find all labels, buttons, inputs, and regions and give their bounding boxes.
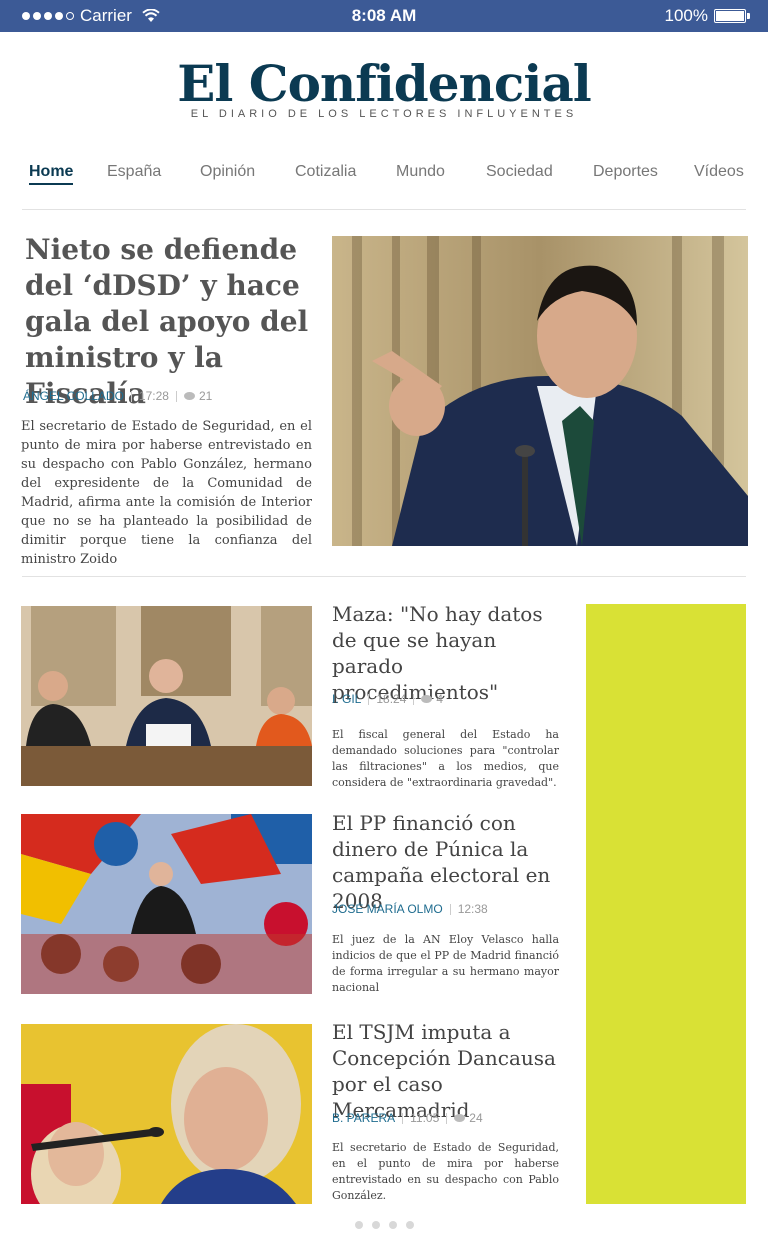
- story-photo-3[interactable]: [21, 1024, 312, 1204]
- story-comments-1[interactable]: 4: [436, 692, 443, 706]
- nav-item-home[interactable]: Home: [29, 163, 74, 185]
- logo-tagline: EL DIARIO DE LOS LECTORES INFLUYENTES: [190, 108, 578, 120]
- comment-icon: [421, 695, 433, 703]
- story-meta-3: B. PARERA 11:05 24: [332, 1111, 483, 1125]
- page-dot[interactable]: [405, 1221, 414, 1229]
- story-author-1[interactable]: I. GIL: [332, 692, 361, 706]
- section-nav: Home España Opinión Cotizalia Mundo Soci…: [26, 163, 746, 193]
- lead-photo[interactable]: [332, 236, 748, 546]
- battery-icon: [714, 9, 750, 23]
- nav-item-videos[interactable]: Vídeos: [694, 163, 744, 181]
- battery-percent: 100%: [664, 6, 708, 25]
- status-time: 8:08 AM: [351, 6, 417, 25]
- lead-time: 17:28: [138, 389, 169, 403]
- status-right: 100%: [664, 6, 750, 26]
- story-meta-1: I. GIL 18:24 4: [332, 692, 443, 706]
- lead-divider: [22, 576, 746, 577]
- site-logo[interactable]: El Confidencial EL DIARIO DE LOS LECTORE…: [0, 54, 768, 121]
- story-photo-2[interactable]: [21, 814, 312, 994]
- nav-item-deportes[interactable]: Deportes: [593, 163, 658, 181]
- nav-item-mundo[interactable]: Mundo: [396, 163, 445, 181]
- nav-item-sociedad[interactable]: Sociedad: [486, 163, 553, 181]
- story-headline-1[interactable]: Maza: "No hay datos de que se hayan para…: [332, 601, 572, 705]
- story-author-2[interactable]: JOSÉ MARÍA OLMO: [332, 902, 443, 916]
- nav-item-opinion[interactable]: Opinión: [200, 163, 255, 181]
- story-meta-2: JOSÉ MARÍA OLMO 12:38: [332, 902, 488, 916]
- story-summary-1: El fiscal general del Estado ha demandad…: [332, 728, 559, 789]
- page-dot[interactable]: [388, 1221, 397, 1229]
- nav-item-espana[interactable]: España: [107, 163, 161, 181]
- story-comments-3[interactable]: 24: [469, 1111, 482, 1125]
- story-time-1: 18:24: [376, 692, 407, 706]
- story-time-2: 12:38: [457, 902, 488, 916]
- lead-meta: ÁNGEL COLLADO 17:28 21: [23, 389, 212, 403]
- story-author-3[interactable]: B. PARERA: [332, 1111, 395, 1125]
- story-photo-1[interactable]: [21, 606, 312, 786]
- story-headline-2[interactable]: El PP financió con dinero de Púnica la c…: [332, 810, 572, 914]
- lead-comments[interactable]: 21: [199, 389, 212, 403]
- nav-divider: [22, 209, 746, 210]
- ad-banner[interactable]: [586, 604, 746, 1204]
- story-headline-3[interactable]: El TSJM imputa a Concepción Dancausa por…: [332, 1019, 572, 1123]
- lead-author[interactable]: ÁNGEL COLLADO: [23, 389, 124, 403]
- page-dot[interactable]: [354, 1221, 363, 1229]
- comment-icon: [454, 1114, 466, 1122]
- story-summary-2: El juez de la AN Eloy Velasco halla indi…: [332, 933, 559, 994]
- page-dot[interactable]: [371, 1221, 380, 1229]
- story-summary-3: El secretario de Estado de Seguridad, en…: [332, 1141, 559, 1202]
- story-time-3: 11:05: [410, 1111, 440, 1125]
- logo-text: El Confidencial: [177, 54, 591, 113]
- status-bar: Carrier 8:08 AM 100%: [0, 0, 768, 32]
- comment-icon: [183, 392, 195, 400]
- page-indicator: [0, 1221, 768, 1229]
- lead-headline[interactable]: Nieto se defiende del ‘dDSD’ y hace gala…: [25, 232, 315, 412]
- lead-summary: El secretario de Estado de Seguridad, en…: [21, 419, 312, 567]
- nav-item-cotizalia[interactable]: Cotizalia: [295, 163, 356, 181]
